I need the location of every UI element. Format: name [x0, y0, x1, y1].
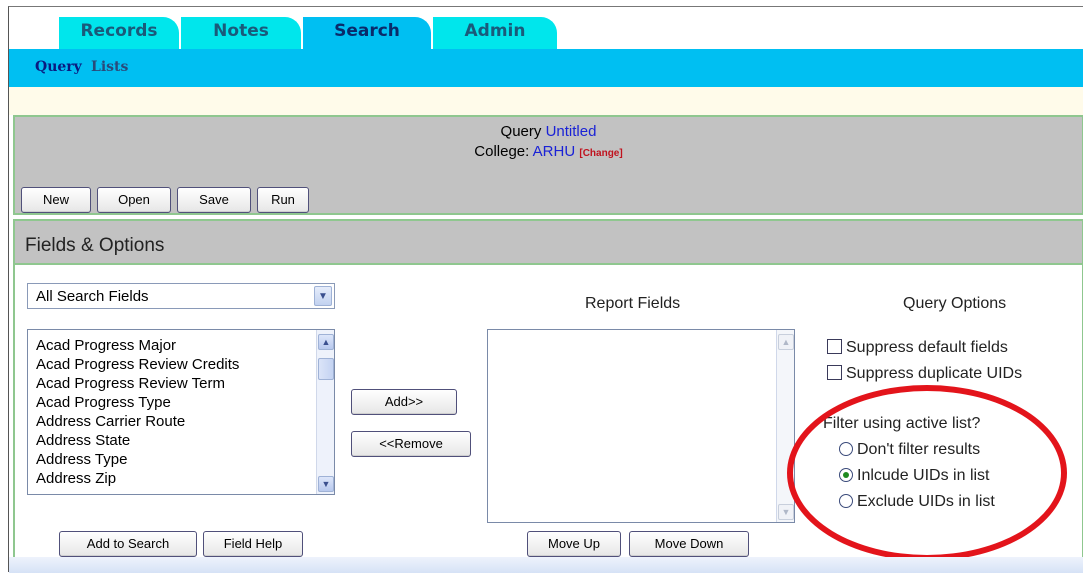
- scroll-up-icon[interactable]: ▲: [318, 334, 334, 350]
- report-fields-listbox[interactable]: ▲ ▼: [487, 329, 795, 523]
- scroll-down-icon[interactable]: ▼: [778, 504, 794, 520]
- suppress-default-label: Suppress default fields: [846, 339, 1008, 356]
- tab-notes[interactable]: Notes: [181, 17, 301, 49]
- fields-options-header: Fields & Options: [13, 219, 1083, 265]
- tab-search[interactable]: Search: [303, 17, 431, 49]
- suppress-default-checkbox[interactable]: [827, 339, 842, 354]
- suppress-duplicate-checkbox[interactable]: [827, 365, 842, 380]
- field-category-select[interactable]: All Search Fields ▼: [27, 283, 335, 309]
- spacer-strip: [9, 87, 1083, 115]
- suppress-default-fields-option[interactable]: Suppress default fields: [827, 339, 1008, 357]
- sub-navigation: Query Lists: [9, 49, 1083, 87]
- field-category-value: All Search Fields: [36, 288, 149, 305]
- query-header-panel: Query Untitled College: ARHU [Change] Ne…: [13, 115, 1083, 215]
- query-name: Untitled: [545, 123, 597, 140]
- search-fields-listbox[interactable]: Acad Progress Major Acad Progress Review …: [27, 329, 335, 495]
- list-item[interactable]: Address Carrier Route: [28, 412, 334, 431]
- chevron-down-icon[interactable]: ▼: [314, 286, 332, 306]
- app-frame: Records Notes Search Admin Query Lists Q…: [8, 6, 1083, 573]
- listbox-scrollbar[interactable]: ▲ ▼: [316, 330, 334, 494]
- scroll-thumb[interactable]: [318, 358, 334, 380]
- add-to-search-button[interactable]: Add to Search: [59, 531, 197, 557]
- add-button[interactable]: Add>>: [351, 389, 457, 415]
- list-item[interactable]: Acad Progress Major: [28, 336, 334, 355]
- list-item[interactable]: Acad Progress Review Credits: [28, 355, 334, 374]
- college-value: ARHU: [532, 143, 576, 160]
- suppress-duplicate-label: Suppress duplicate UIDs: [846, 365, 1023, 382]
- list-item[interactable]: Address Type: [28, 450, 334, 469]
- list-item[interactable]: Address Zip: [28, 469, 334, 488]
- scroll-down-icon[interactable]: ▼: [318, 476, 334, 492]
- move-down-button[interactable]: Move Down: [629, 531, 749, 557]
- tab-admin[interactable]: Admin: [433, 17, 557, 49]
- list-item[interactable]: Address State: [28, 431, 334, 450]
- list-item[interactable]: Acad Progress Type: [28, 393, 334, 412]
- tab-bar: Records Notes Search Admin: [9, 7, 1083, 49]
- fields-options-body: All Search Fields ▼ Acad Progress Major A…: [13, 265, 1083, 565]
- search-fields-list: Acad Progress Major Acad Progress Review …: [28, 330, 334, 488]
- scroll-up-icon[interactable]: ▲: [778, 334, 794, 350]
- query-label: Query: [500, 123, 542, 140]
- change-college-link[interactable]: [Change]: [579, 148, 622, 159]
- subnav-lists-link[interactable]: Lists: [91, 59, 128, 75]
- subnav-query-link[interactable]: Query: [35, 59, 82, 75]
- query-title: Query Untitled: [15, 123, 1082, 140]
- list-item[interactable]: Acad Progress Review Term: [28, 374, 334, 393]
- new-button[interactable]: New: [21, 187, 91, 213]
- college-line: College: ARHU [Change]: [15, 143, 1082, 160]
- remove-button[interactable]: <<Remove: [351, 431, 471, 457]
- move-up-button[interactable]: Move Up: [527, 531, 621, 557]
- bottom-scrollbar[interactable]: [9, 557, 1083, 573]
- open-button[interactable]: Open: [97, 187, 171, 213]
- tab-records[interactable]: Records: [59, 17, 179, 49]
- report-fields-title: Report Fields: [585, 295, 681, 312]
- college-label: College:: [474, 143, 530, 160]
- save-button[interactable]: Save: [177, 187, 251, 213]
- highlight-ellipse: [787, 385, 1067, 561]
- run-button[interactable]: Run: [257, 187, 309, 213]
- suppress-duplicate-uids-option[interactable]: Suppress duplicate UIDs: [827, 365, 1022, 383]
- query-options-title: Query Options: [903, 295, 1007, 312]
- field-help-button[interactable]: Field Help: [203, 531, 303, 557]
